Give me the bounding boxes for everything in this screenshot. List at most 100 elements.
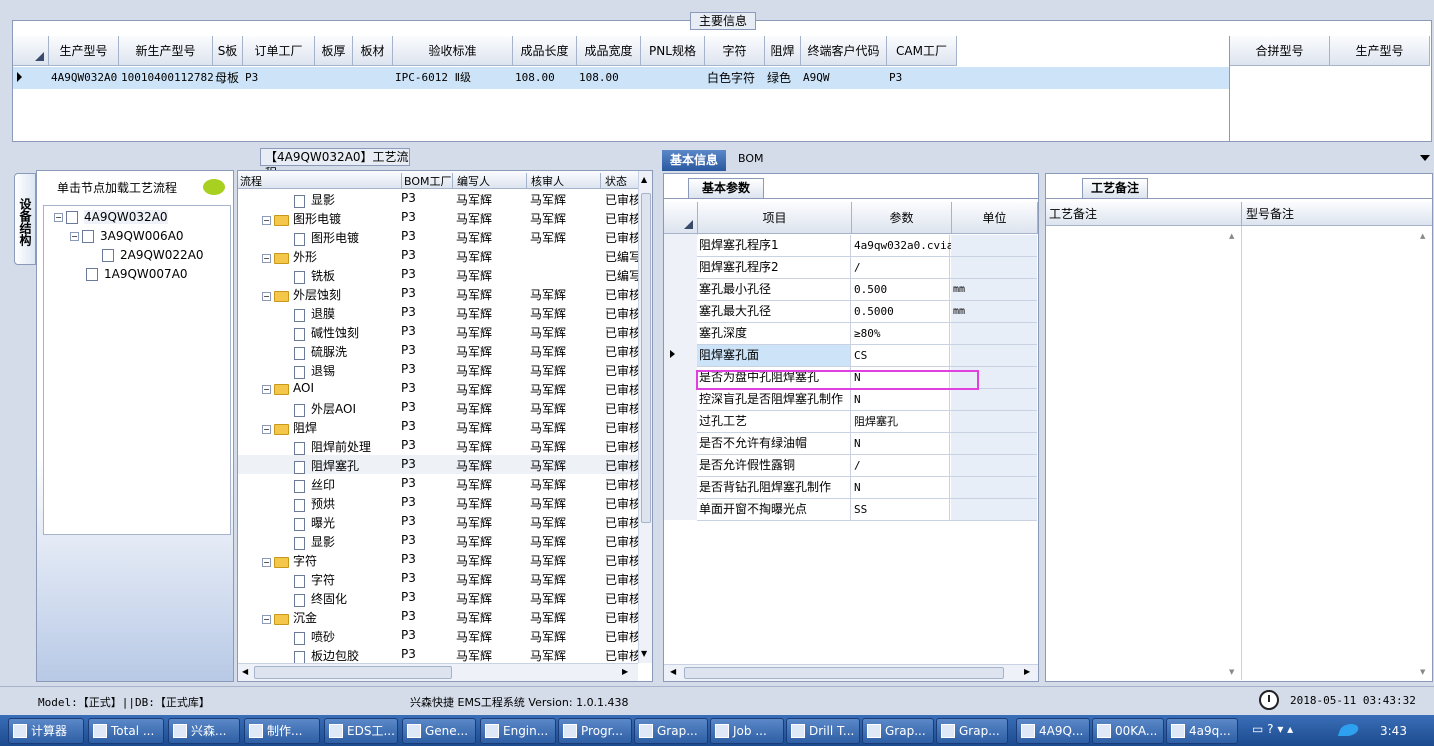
param-row[interactable]: 是否允许假性露铜 /: [697, 455, 1037, 477]
scroll-thumb[interactable]: [641, 193, 651, 523]
taskbar-button[interactable]: 制作...: [244, 718, 320, 744]
param-value[interactable]: CS: [852, 345, 950, 366]
process-row[interactable]: 预烘 P3 马军辉 马军辉 已审核: [238, 493, 638, 512]
cell-6[interactable]: IPC-6012 Ⅱ级: [395, 67, 513, 89]
col-reviewer[interactable]: 核审人: [526, 173, 600, 189]
param-value[interactable]: N: [852, 389, 950, 410]
taskbar-button[interactable]: Grap...: [862, 718, 934, 744]
params-hscrollbar[interactable]: ◀ ▶: [664, 664, 1038, 681]
process-row[interactable]: − 图形电镀 P3 马军辉 马军辉 已审核: [238, 208, 638, 227]
cell-9[interactable]: [643, 67, 705, 89]
param-value[interactable]: SS: [852, 499, 950, 520]
process-row[interactable]: 丝印 P3 马军辉 马军辉 已审核: [238, 474, 638, 493]
process-row[interactable]: 硫脲洗 P3 马军辉 马军辉 已审核: [238, 341, 638, 360]
param-row[interactable]: 阻焊塞孔面 CS: [697, 345, 1037, 367]
param-row[interactable]: 单面开窗不掏曝光点 SS: [697, 499, 1037, 521]
cell-7[interactable]: 108.00: [515, 67, 577, 89]
cell-10[interactable]: 白色字符: [707, 67, 765, 89]
param-value[interactable]: /: [852, 455, 950, 476]
process-row[interactable]: 退膜 P3 马军辉 马军辉 已审核: [238, 303, 638, 322]
scroll-left-icon[interactable]: ◀: [670, 667, 676, 676]
header-1[interactable]: 新生产型号: [119, 36, 213, 66]
scroll-down-icon[interactable]: ▼: [1420, 668, 1425, 676]
param-row[interactable]: 塞孔深度 ≥80%: [697, 323, 1037, 345]
taskbar-button[interactable]: Drill T...: [786, 718, 860, 744]
tab-bom[interactable]: BOM: [738, 152, 764, 165]
header-9[interactable]: PNL规格: [641, 36, 705, 66]
process-remarks-text[interactable]: [1046, 226, 1242, 680]
col-process[interactable]: 流程: [240, 173, 262, 189]
process-row[interactable]: 喷砂 P3 马军辉 马军辉 已审核: [238, 626, 638, 645]
param-row[interactable]: 过孔工艺 阻焊塞孔: [697, 411, 1037, 433]
cell-8[interactable]: 108.00: [579, 67, 641, 89]
tab-process-remarks[interactable]: 工艺备注: [1082, 178, 1148, 198]
taskbar-button[interactable]: Job ...: [710, 718, 784, 744]
header-12[interactable]: 终端客户代码: [801, 36, 887, 66]
process-row[interactable]: 终固化 P3 马军辉 马军辉 已审核: [238, 588, 638, 607]
header-10[interactable]: 字符: [705, 36, 765, 66]
header-11[interactable]: 阻焊: [765, 36, 801, 66]
dropdown-arrow-icon[interactable]: [1420, 155, 1430, 161]
taskbar-button[interactable]: 00KA...: [1092, 718, 1164, 744]
process-row[interactable]: 字符 P3 马军辉 马军辉 已审核: [238, 569, 638, 588]
process-row[interactable]: − 沉金 P3 马军辉 马军辉 已审核: [238, 607, 638, 626]
col-status[interactable]: 状态: [600, 173, 638, 189]
scroll-left-icon[interactable]: ◀: [242, 667, 248, 676]
process-row[interactable]: 板边包胶 P3 马军辉 马军辉 已审核: [238, 645, 638, 663]
col-model-remarks[interactable]: 型号备注: [1242, 202, 1432, 226]
taskbar-button[interactable]: Grap...: [936, 718, 1008, 744]
col-writer[interactable]: 编写人: [452, 173, 526, 189]
process-row[interactable]: 显影 P3 马军辉 马军辉 已审核: [238, 189, 638, 208]
tab-basic-params[interactable]: 基本参数: [688, 178, 764, 198]
header-5[interactable]: 板材: [353, 36, 393, 66]
cell-5[interactable]: [355, 67, 393, 89]
scroll-up-icon[interactable]: ▲: [1229, 232, 1234, 240]
cell-3[interactable]: P3: [245, 67, 315, 89]
tree-node-2A9QW022A0[interactable]: 2A9QW022A0: [102, 246, 204, 265]
col-param[interactable]: 参数: [852, 202, 952, 234]
header-merge-model[interactable]: 合拼型号: [1230, 36, 1330, 66]
header-0[interactable]: 生产型号: [49, 36, 119, 66]
tab-basic-info[interactable]: 基本信息: [662, 150, 726, 171]
param-value[interactable]: N: [852, 477, 950, 498]
scroll-down-icon[interactable]: ▼: [1229, 668, 1234, 676]
hscroll-thumb[interactable]: [254, 666, 452, 679]
scroll-right-icon[interactable]: ▶: [1024, 667, 1030, 676]
process-row[interactable]: 曝光 P3 马军辉 马军辉 已审核: [238, 512, 638, 531]
tray-icons[interactable]: ▭ ? ▾ ▴: [1252, 722, 1293, 736]
param-value[interactable]: /: [852, 257, 950, 278]
taskbar-button[interactable]: EDS工...: [324, 718, 398, 744]
param-value[interactable]: N: [852, 433, 950, 454]
cell-12[interactable]: A9QW: [803, 67, 887, 89]
scroll-up-icon[interactable]: ▲: [1420, 232, 1425, 240]
param-value[interactable]: 4a9qw032a0.cvia: [852, 235, 953, 256]
param-row[interactable]: 控深盲孔是否阻焊塞孔制作 N: [697, 389, 1037, 411]
process-hscrollbar[interactable]: ◀ ▶: [238, 663, 638, 681]
cell-1[interactable]: 10010400112782: [121, 67, 213, 89]
cell-0[interactable]: 4A9QW032A0: [51, 67, 119, 89]
taskbar-button[interactable]: Progr...: [558, 718, 632, 744]
scroll-up-icon[interactable]: ▲: [641, 175, 647, 184]
param-value[interactable]: 阻焊塞孔: [852, 411, 950, 432]
process-row[interactable]: 显影 P3 马军辉 马军辉 已审核: [238, 531, 638, 550]
col-process-remarks[interactable]: 工艺备注: [1046, 202, 1242, 226]
process-row[interactable]: − AOI P3 马军辉 马军辉 已审核: [238, 379, 638, 398]
param-row[interactable]: 阻焊塞孔程序2/: [697, 257, 1037, 279]
param-row[interactable]: 阻焊塞孔程序1 4a9qw032a0.cvia: [697, 235, 1037, 257]
process-row[interactable]: 铣板 P3 马军辉 已编写: [238, 265, 638, 284]
process-row[interactable]: − 外形 P3 马军辉 已编写: [238, 246, 638, 265]
param-value[interactable]: 0.5000: [852, 301, 950, 322]
model-remarks-text[interactable]: [1242, 226, 1432, 680]
param-row[interactable]: 塞孔最大孔径 0.5000 mm: [697, 301, 1037, 323]
taskbar-clock[interactable]: 3:43: [1380, 724, 1407, 738]
tree-node-1A9QW007A0[interactable]: 1A9QW007A0: [86, 265, 188, 284]
param-row[interactable]: 是否不允许有绿油帽 N: [697, 433, 1037, 455]
process-row[interactable]: 退锡 P3 马军辉 马军辉 已审核: [238, 360, 638, 379]
process-row[interactable]: − 字符 P3 马军辉 马军辉 已审核: [238, 550, 638, 569]
cell-11[interactable]: 绿色: [767, 67, 801, 89]
header-side-model[interactable]: 生产型号: [1330, 36, 1430, 66]
process-row[interactable]: 阻焊塞孔 P3 马军辉 马军辉 已审核: [238, 455, 638, 474]
col-bom-factory[interactable]: BOM工厂: [401, 173, 456, 189]
scroll-right-icon[interactable]: ▶: [622, 667, 628, 676]
param-row[interactable]: 是否背钻孔阻焊塞孔制作 N: [697, 477, 1037, 499]
